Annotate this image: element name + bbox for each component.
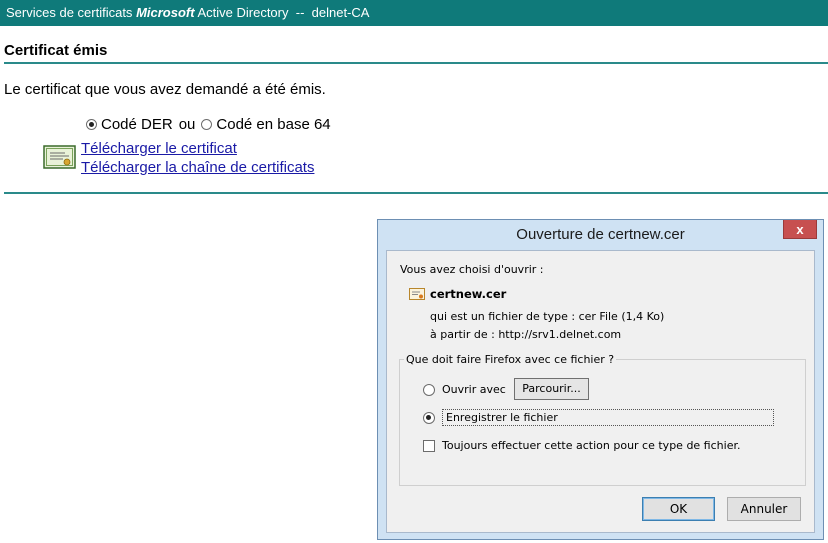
download-chain-link[interactable]: Télécharger la chaîne de certificats <box>81 158 314 177</box>
or-label: ou <box>178 116 196 133</box>
title-brand: Microsoft <box>136 5 195 20</box>
title-prefix: Services de certificats <box>6 5 133 20</box>
base64-label[interactable]: Codé en base 64 <box>216 116 330 133</box>
divider-bottom <box>4 192 828 194</box>
ok-button[interactable]: OK <box>642 497 715 521</box>
page-heading: Certificat émis <box>4 42 108 59</box>
title-ca-name: delnet-CA <box>311 5 370 20</box>
save-file-label[interactable]: Enregistrer le fichier <box>442 409 774 426</box>
page-title-bar: Services de certificats Microsoft Active… <box>0 0 828 26</box>
title-separator: -- <box>295 5 305 20</box>
encoding-options: Codé DER ou Codé en base 64 <box>86 116 331 133</box>
file-type-line: qui est un fichier de type : cer File (1… <box>430 310 664 323</box>
open-with-option[interactable]: Ouvrir avec <box>423 383 506 396</box>
save-file-option[interactable]: Enregistrer le fichier <box>423 409 774 426</box>
always-do-this-label[interactable]: Toujours effectuer cette action pour ce … <box>442 439 740 452</box>
open-with-label[interactable]: Ouvrir avec <box>442 383 506 396</box>
browse-button[interactable]: Parcourir... <box>514 378 589 400</box>
divider-top <box>4 62 828 64</box>
chose-to-open-label: Vous avez choisi d'ouvrir : <box>400 263 544 276</box>
issued-message: Le certificat que vous avez demandé a ét… <box>4 81 326 98</box>
download-certificate-link[interactable]: Télécharger le certificat <box>81 139 314 158</box>
always-do-this-checkbox[interactable] <box>423 439 435 452</box>
close-icon[interactable]: x <box>783 220 817 239</box>
certificate-file-icon <box>409 288 425 300</box>
dialog-title: Ouverture de certnew.cer <box>516 226 685 243</box>
file-source-value: http://srv1.delnet.com <box>498 328 622 341</box>
file-source-label: à partir de : <box>430 328 495 341</box>
der-label[interactable]: Codé DER <box>101 116 173 133</box>
base64-radio[interactable] <box>201 119 213 130</box>
download-links: Télécharger le certificat Télécharger la… <box>81 139 314 177</box>
der-radio[interactable] <box>86 119 97 130</box>
save-file-radio[interactable] <box>423 411 435 424</box>
open-with-radio[interactable] <box>423 383 435 396</box>
certificate-icon <box>43 145 76 169</box>
file-source-line: à partir de : http://srv1.delnet.com <box>430 328 621 341</box>
open-file-dialog: Ouverture de certnew.cer x Vous avez cho… <box>377 219 824 540</box>
title-product: Active Directory <box>197 5 289 20</box>
action-question: Que doit faire Firefox avec ce fichier ? <box>404 353 617 366</box>
dialog-body: Vous avez choisi d'ouvrir : certnew.cer … <box>386 250 815 533</box>
file-name: certnew.cer <box>430 287 507 301</box>
cancel-button[interactable]: Annuler <box>727 497 801 521</box>
always-do-this-option[interactable]: Toujours effectuer cette action pour ce … <box>423 439 740 452</box>
file-type-label: qui est un fichier de type : <box>430 310 576 323</box>
file-type-value: cer File (1,4 Ko) <box>578 310 665 323</box>
